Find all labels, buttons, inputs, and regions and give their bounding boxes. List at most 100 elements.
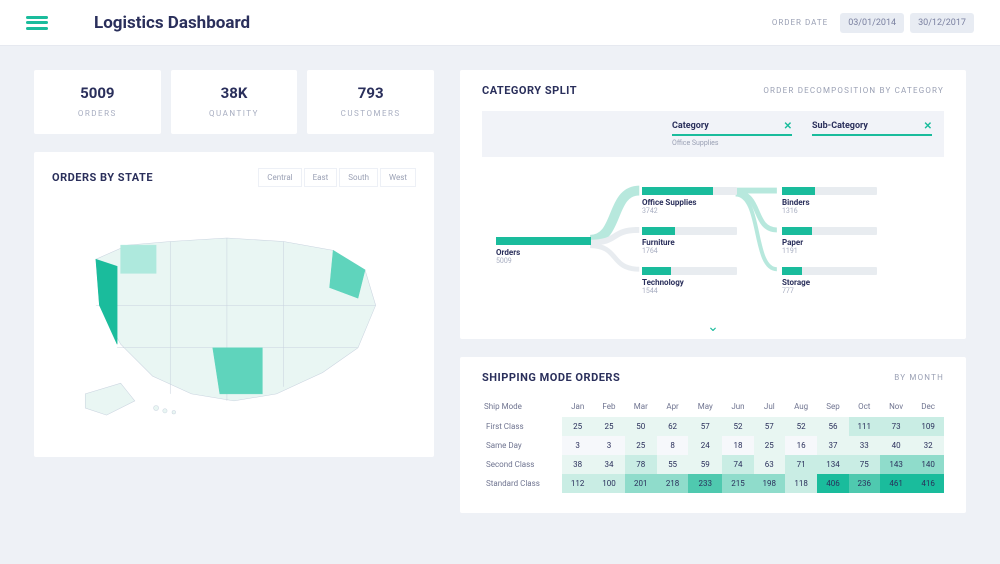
region-tab-west[interactable]: West — [380, 168, 416, 187]
topbar: Logistics Dashboard ORDER DATE 03/01/201… — [0, 0, 1000, 46]
heatmap-cell[interactable]: 16 — [785, 436, 817, 455]
heatmap-cell[interactable]: 52 — [722, 417, 753, 436]
heatmap-cell[interactable]: 33 — [849, 436, 880, 455]
category-split-card: CATEGORY SPLIT ORDER DECOMPOSITION BY CA… — [460, 70, 966, 339]
heatmap-cell[interactable]: 62 — [657, 417, 688, 436]
heatmap-cell[interactable]: 34 — [593, 455, 624, 474]
heatmap-cell[interactable]: 38 — [562, 455, 593, 474]
heatmap-cell[interactable]: 112 — [562, 474, 593, 493]
heatmap-cell[interactable]: 111 — [849, 417, 880, 436]
menu-icon[interactable] — [26, 16, 48, 30]
heatmap-cell[interactable]: 25 — [625, 436, 657, 455]
region-tab-east[interactable]: East — [304, 168, 338, 187]
heatmap-cell[interactable]: 25 — [562, 417, 593, 436]
heatmap-cell[interactable]: 56 — [817, 417, 848, 436]
shipping-mode-card: SHIPPING MODE ORDERS BY MONTH Ship ModeJ… — [460, 357, 966, 513]
heatmap-cell[interactable]: 461 — [880, 474, 912, 493]
heatmap-cell[interactable]: 78 — [625, 455, 657, 474]
sankey-chart[interactable]: Orders5009 Office Supplies3742 Furniture17… — [482, 167, 944, 317]
heatmap-cell[interactable]: 18 — [722, 436, 753, 455]
filter-value: Office Supplies — [672, 139, 792, 147]
heatmap-cell[interactable]: 74 — [722, 455, 753, 474]
chevron-down-icon[interactable]: ⌄ — [707, 319, 719, 335]
heatmap-cell[interactable]: 57 — [688, 417, 722, 436]
heatmap-cell[interactable]: 59 — [688, 455, 722, 474]
section-title: CATEGORY SPLIT — [482, 84, 577, 97]
region-tab-central[interactable]: Central — [258, 168, 301, 187]
us-map[interactable] — [52, 213, 416, 433]
heatmap-cell[interactable]: 143 — [880, 455, 912, 474]
heatmap-cell[interactable]: 32 — [912, 436, 944, 455]
heatmap-cell[interactable]: 8 — [657, 436, 688, 455]
heatmap-cell[interactable]: 236 — [849, 474, 880, 493]
kpi-label: CUSTOMERS — [315, 109, 426, 118]
heatmap-cell[interactable]: 218 — [657, 474, 688, 493]
kpi-value: 5009 — [42, 84, 153, 102]
sankey-node[interactable]: Office Supplies3742 — [642, 187, 737, 215]
kpi-customers: 793 CUSTOMERS — [307, 70, 434, 134]
heatmap-cell[interactable]: 134 — [817, 455, 848, 474]
heatmap-cell[interactable]: 109 — [912, 417, 944, 436]
kpi-orders: 5009 ORDERS — [34, 70, 161, 134]
table-row: Standard Class11210020121823321519811840… — [482, 474, 944, 493]
heatmap-cell[interactable]: 25 — [754, 436, 785, 455]
table-row: First Class25255062575257525611173109 — [482, 417, 944, 436]
heatmap-cell[interactable]: 75 — [849, 455, 880, 474]
heatmap-cell[interactable]: 416 — [912, 474, 944, 493]
expand-row: ⌄ — [482, 319, 944, 335]
heatmap-cell[interactable]: 140 — [912, 455, 944, 474]
sankey-node[interactable]: Paper1191 — [782, 227, 877, 255]
heatmap-cell[interactable]: 37 — [817, 436, 848, 455]
region-tabs: CentralEastSouthWest — [258, 168, 416, 187]
sankey-node[interactable]: Orders5009 — [496, 237, 591, 265]
kpi-value: 793 — [315, 84, 426, 102]
filter-subcategory[interactable]: Sub-Category ✕ — [812, 121, 932, 147]
section-subtitle: ORDER DECOMPOSITION BY CATEGORY — [763, 86, 944, 95]
heatmap-cell[interactable]: 100 — [593, 474, 624, 493]
heatmap-cell[interactable]: 52 — [785, 417, 817, 436]
filter-bar: Category ✕ Office Supplies Sub-Category … — [482, 111, 944, 157]
heatmap-cell[interactable]: 73 — [880, 417, 912, 436]
page-title: Logistics Dashboard — [94, 13, 250, 33]
heatmap-cell[interactable]: 118 — [785, 474, 817, 493]
sankey-node[interactable]: Binders1316 — [782, 187, 877, 215]
heatmap-cell[interactable]: 201 — [625, 474, 657, 493]
table-row: Same Day332582418251637334032 — [482, 436, 944, 455]
heatmap-cell[interactable]: 3 — [593, 436, 624, 455]
heatmap-cell[interactable]: 71 — [785, 455, 817, 474]
section-title: ORDERS BY STATE — [52, 171, 153, 184]
heatmap-cell[interactable]: 63 — [754, 455, 785, 474]
filter-category[interactable]: Category ✕ Office Supplies — [672, 121, 792, 147]
heatmap-cell[interactable]: 25 — [593, 417, 624, 436]
heatmap-cell[interactable]: 406 — [817, 474, 848, 493]
row-label: First Class — [482, 417, 562, 436]
date-from-chip[interactable]: 03/01/2014 — [840, 13, 904, 33]
kpi-label: ORDERS — [42, 109, 153, 118]
kpi-row: 5009 ORDERS 38K QUANTITY 793 CUSTOMERS — [34, 70, 434, 134]
orders-by-state-card: ORDERS BY STATE CentralEastSouthWest — [34, 152, 434, 457]
region-tab-south[interactable]: South — [339, 168, 378, 187]
close-icon[interactable]: ✕ — [924, 121, 932, 132]
heatmap-cell[interactable]: 198 — [754, 474, 785, 493]
date-to-chip[interactable]: 30/12/2017 — [910, 13, 974, 33]
sankey-node[interactable]: Furniture1764 — [642, 227, 737, 255]
filter-label: Category — [672, 121, 792, 136]
sankey-node[interactable]: Storage777 — [782, 267, 877, 295]
heatmap-cell[interactable]: 24 — [688, 436, 722, 455]
date-range: ORDER DATE 03/01/2014 30/12/2017 — [772, 13, 974, 33]
row-label: Same Day — [482, 436, 562, 455]
sankey-node[interactable]: Technology1544 — [642, 267, 737, 295]
heatmap-cell[interactable]: 215 — [722, 474, 753, 493]
heatmap-cell[interactable]: 57 — [754, 417, 785, 436]
close-icon[interactable]: ✕ — [784, 121, 792, 132]
heatmap-cell[interactable]: 50 — [625, 417, 657, 436]
heatmap-cell[interactable]: 55 — [657, 455, 688, 474]
kpi-quantity: 38K QUANTITY — [171, 70, 298, 134]
section-subtitle: BY MONTH — [894, 373, 944, 382]
kpi-label: QUANTITY — [179, 109, 290, 118]
heatmap-cell[interactable]: 233 — [688, 474, 722, 493]
heatmap-cell[interactable]: 3 — [562, 436, 593, 455]
heatmap-cell[interactable]: 40 — [880, 436, 912, 455]
shipping-heatmap[interactable]: Ship ModeJanFebMarAprMayJunJulAugSepOctN… — [482, 396, 944, 493]
section-title: SHIPPING MODE ORDERS — [482, 371, 620, 384]
